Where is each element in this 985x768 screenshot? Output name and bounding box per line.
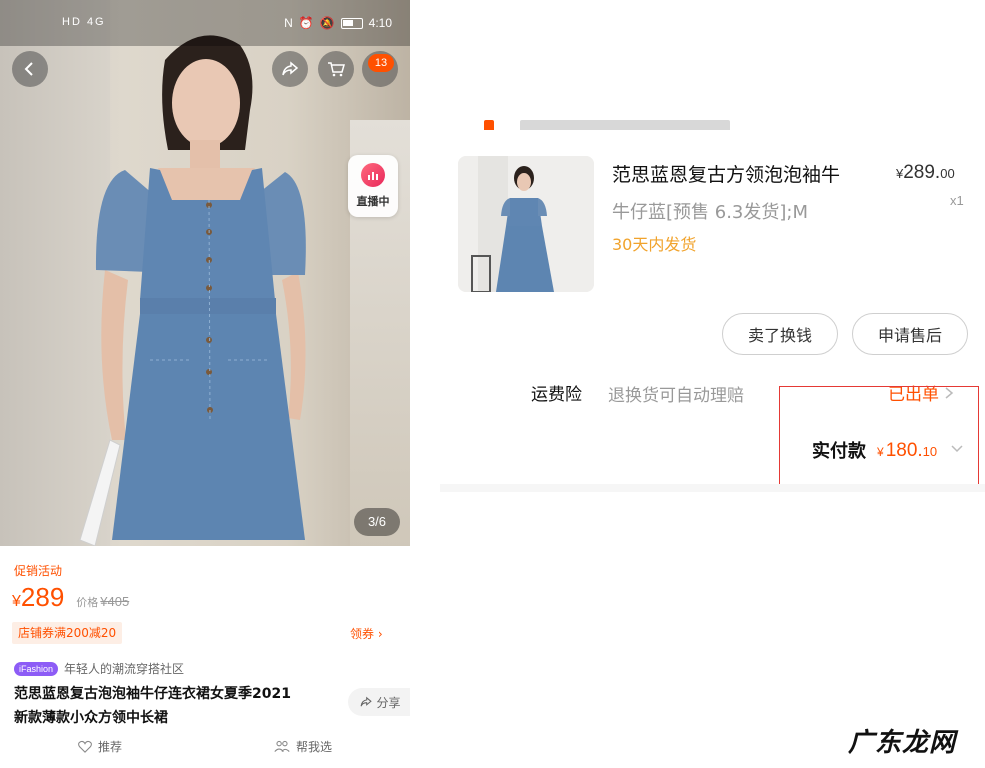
ifashion-row[interactable]: iFashion 年轻人的潮流穿搭社区	[14, 660, 184, 677]
clock: 4:10	[368, 16, 392, 30]
annotation-highlight-box	[779, 386, 979, 487]
claim-coupon-label: 领券	[350, 627, 375, 641]
product-title: 范思蓝恩复古泡泡袖牛仔连衣裙女夏季2021 新款薄款小众方领中长裙	[14, 682, 339, 730]
tab-help-choose-label: 帮我选	[296, 740, 333, 754]
share-pill-button[interactable]: 分享	[348, 688, 410, 716]
promo-label: 促销活动	[14, 564, 63, 578]
cart-count-badge: 13	[368, 54, 394, 72]
cart-icon	[328, 62, 345, 77]
shipping-note: 30天内发货	[612, 235, 697, 254]
nfc-icon: N	[284, 16, 293, 30]
cart-button[interactable]	[318, 51, 354, 87]
battery-icon	[340, 17, 363, 29]
order-price-int: 289.	[903, 162, 941, 183]
heart-icon	[78, 740, 92, 753]
signal-indicator: HD 4G	[62, 16, 106, 28]
product-title-line2: 新款薄款小众方领中长裙	[14, 710, 168, 726]
order-product-price: ¥289.00	[896, 162, 955, 184]
after-sale-button[interactable]: 申请售后	[852, 313, 968, 355]
bottom-tabs: 推荐 帮我选	[0, 738, 410, 760]
shipping-insurance-label: 运费险	[531, 385, 582, 405]
product-detail-panel: HD 4G N ⏰ 🔕 4:10 13 直播中 3/6 促销活动 ¥ 289 价…	[0, 0, 410, 768]
price-row: ¥ 289 价格 ¥405	[12, 582, 129, 613]
tab-help-choose[interactable]: 帮我选	[274, 738, 332, 755]
live-icon	[361, 163, 385, 187]
original-price: ¥405	[100, 594, 130, 609]
live-stream-button[interactable]: 直播中	[348, 155, 398, 217]
share-button[interactable]	[272, 51, 308, 87]
order-price-dec: 00	[940, 166, 955, 181]
chevron-right-icon: ›	[377, 627, 383, 641]
order-detail-panel: 范思蓝恩复古方领泡泡袖牛 ¥289.00 x1 牛仔蓝[预售 6.3发货];M …	[440, 0, 985, 768]
share-arrow-icon	[282, 61, 299, 76]
product-thumbnail-image	[458, 156, 594, 292]
product-title-line1: 范思蓝恩复古泡泡袖牛仔连衣裙女夏季2021	[14, 686, 291, 702]
live-label: 直播中	[356, 195, 390, 208]
current-price: 289	[20, 582, 65, 612]
order-product-thumbnail[interactable]	[458, 156, 594, 292]
ifashion-text: 年轻人的潮流穿搭社区	[64, 662, 185, 676]
tab-recommend-label: 推荐	[98, 740, 123, 754]
claim-coupon-link[interactable]: 领券 ›	[350, 625, 383, 642]
original-price-label: 价格	[76, 597, 99, 609]
order-sku: 牛仔蓝[预售 6.3发货];M	[612, 202, 808, 223]
back-button[interactable]	[12, 51, 48, 87]
section-divider	[440, 484, 985, 492]
status-bar: HD 4G N ⏰ 🔕 4:10	[0, 0, 410, 46]
tab-recommend[interactable]: 推荐	[78, 738, 122, 755]
share-label: 分享	[376, 695, 401, 710]
back-arrow-icon	[24, 62, 33, 76]
people-icon	[274, 740, 290, 752]
price-currency: ¥	[12, 593, 21, 610]
alarm-icon: ⏰	[298, 16, 314, 30]
order-product-title[interactable]: 范思蓝恩复古方领泡泡袖牛	[612, 160, 840, 187]
shipping-insurance-desc: 退换货可自动理赔	[608, 386, 744, 406]
watermark-text: 广东龙网	[848, 728, 957, 758]
cropped-header-row	[460, 110, 760, 130]
store-coupon-tag: 店铺券满200减20	[12, 622, 123, 644]
order-quantity: x1	[950, 193, 964, 208]
sell-button[interactable]: 卖了换钱	[722, 313, 838, 355]
mute-icon: 🔕	[319, 16, 335, 30]
ifashion-tag: iFashion	[14, 661, 59, 676]
image-page-indicator: 3/6	[354, 508, 400, 536]
share-icon	[361, 696, 373, 707]
